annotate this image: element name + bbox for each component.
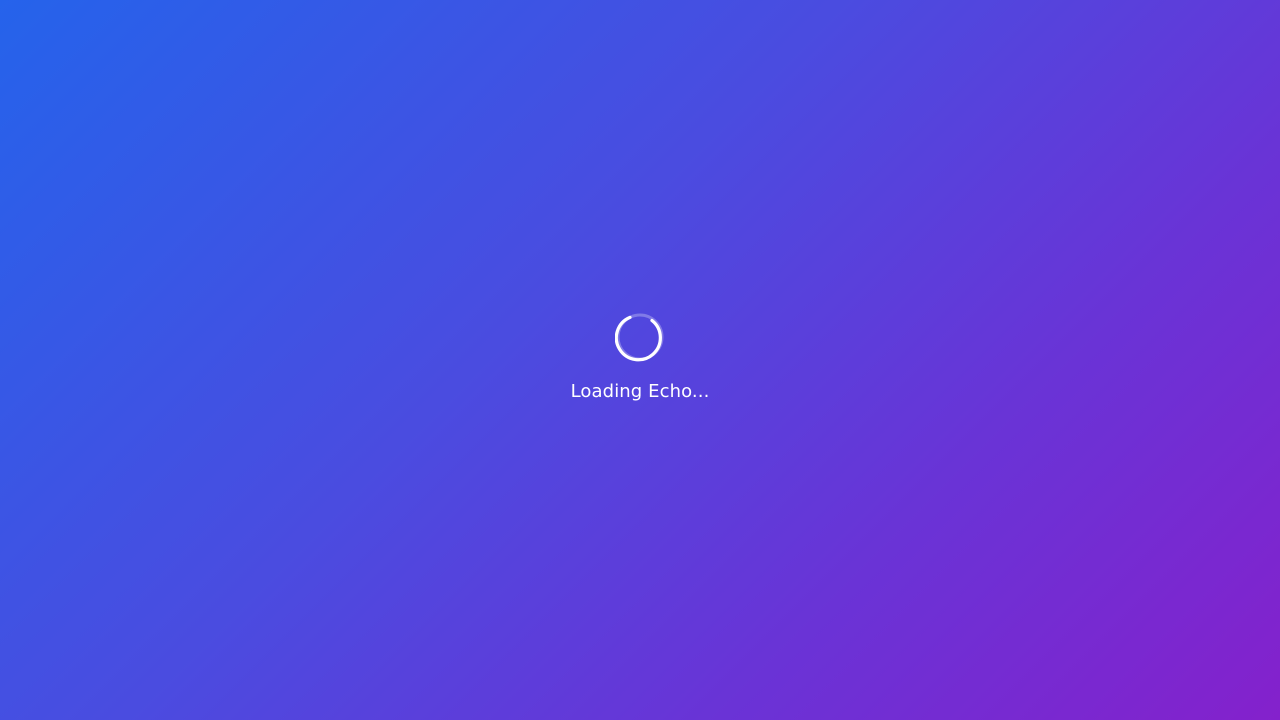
loading-screen: Loading Echo... <box>0 0 1280 720</box>
loading-spinner-icon <box>615 313 664 362</box>
loading-indicator: Loading Echo... <box>0 312 1280 404</box>
loading-message: Loading Echo... <box>570 381 710 402</box>
